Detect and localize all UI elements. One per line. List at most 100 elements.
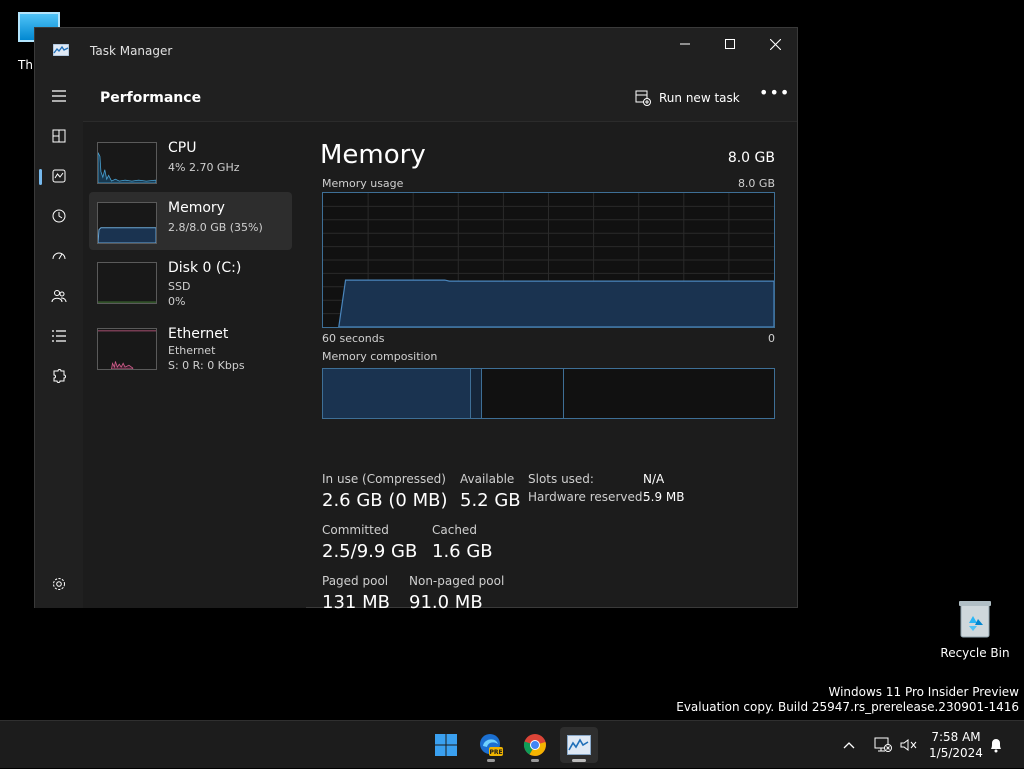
task-manager-icon xyxy=(53,44,69,56)
memory-usage-graph xyxy=(322,192,775,328)
stat-label-paged-pool: Paged pool xyxy=(322,574,389,588)
more-options-button[interactable]: ••• xyxy=(759,85,789,110)
device-detail: 2.8/8.0 GB (35%) xyxy=(168,221,263,234)
minimize-button[interactable] xyxy=(662,28,708,60)
device-name: Disk 0 (C:) xyxy=(168,260,242,276)
nav-processes[interactable] xyxy=(41,120,77,152)
maximize-button[interactable] xyxy=(707,28,753,60)
volume-muted-icon xyxy=(900,739,917,751)
startup-apps-icon xyxy=(52,252,66,260)
services-icon xyxy=(53,369,66,383)
volume-button[interactable] xyxy=(900,721,918,769)
nav-settings[interactable] xyxy=(41,568,77,600)
app-history-icon xyxy=(52,209,66,223)
desktop-icon-recycle-bin[interactable]: Recycle Bin xyxy=(938,596,1012,666)
device-detail: SSD xyxy=(168,280,191,293)
composition-modified[interactable] xyxy=(471,369,482,418)
device-detail: S: 0 R: 0 Kbps xyxy=(168,359,245,372)
performance-icon xyxy=(52,169,66,183)
stat-label-in-use: In use (Compressed) xyxy=(322,472,446,486)
navigation-rail xyxy=(35,74,83,608)
nav-users[interactable] xyxy=(41,280,77,312)
watermark-line: Evaluation copy. Build 25947.rs_prerelea… xyxy=(676,700,1019,714)
chrome-icon xyxy=(523,734,546,756)
evaluation-watermark: Windows 11 Pro Insider Preview Evaluatio… xyxy=(676,685,1019,715)
window-title: Task Manager xyxy=(90,44,173,58)
composition-free[interactable] xyxy=(564,369,774,418)
users-icon xyxy=(51,290,67,303)
stat-value-hardware-reserved: 5.9 MB xyxy=(643,490,685,504)
close-button[interactable] xyxy=(752,28,798,60)
stat-label-cached: Cached xyxy=(432,523,477,537)
performance-device-list: CPU 4% 2.70 GHz Memory 2.8/8.0 GB (35%) … xyxy=(83,122,306,608)
edge-beta-app[interactable]: PRE xyxy=(472,727,510,763)
device-cpu[interactable]: CPU 4% 2.70 GHz xyxy=(89,132,292,190)
memory-composition-bar xyxy=(322,368,775,419)
composition-in-use[interactable] xyxy=(323,369,471,418)
svg-text:PRE: PRE xyxy=(489,749,502,756)
chrome-app[interactable] xyxy=(516,727,554,763)
edge-beta-icon: PRE xyxy=(480,734,503,756)
run-new-task-button[interactable]: Run new task xyxy=(635,86,740,110)
memory-details-panel: Memory 8.0 GB Memory usage 8.0 GB 60 sec… xyxy=(306,122,797,613)
desktop-icon-label: Th xyxy=(18,58,33,72)
nav-startup-apps[interactable] xyxy=(41,240,77,272)
settings-icon xyxy=(53,578,65,590)
hamburger-icon xyxy=(52,90,66,102)
recycle-bin-icon xyxy=(959,601,991,638)
memory-usage-max: 8.0 GB xyxy=(737,177,775,190)
show-hidden-icons-button[interactable] xyxy=(842,721,856,769)
nav-app-history[interactable] xyxy=(41,200,77,232)
task-manager-app[interactable] xyxy=(560,727,598,763)
task-manager-taskbar-icon xyxy=(567,735,591,755)
running-indicator xyxy=(572,759,586,762)
windows-logo-icon xyxy=(435,734,457,756)
device-detail: 0% xyxy=(168,295,186,308)
stat-value-paged-pool: 131 MB xyxy=(322,592,390,613)
clock-date: 1/5/2024 xyxy=(929,746,983,760)
stat-value-cached: 1.6 GB xyxy=(432,541,493,562)
page-header: Performance Run new task ••• xyxy=(83,74,797,122)
device-name: Memory xyxy=(168,200,225,216)
chevron-up-icon xyxy=(843,742,855,749)
title-bar[interactable]: Task Manager xyxy=(35,28,797,74)
running-indicator xyxy=(531,759,539,762)
nav-menu-button[interactable] xyxy=(41,80,77,112)
nav-performance[interactable] xyxy=(39,160,77,192)
network-disconnected-icon xyxy=(874,737,892,752)
nav-details[interactable] xyxy=(41,320,77,352)
memory-thumbnail-graph xyxy=(97,202,157,244)
stat-label-hardware-reserved: Hardware reserved: xyxy=(528,490,647,504)
device-detail: Ethernet xyxy=(168,344,216,357)
stat-value-non-paged-pool: 91.0 MB xyxy=(409,592,483,613)
nav-services[interactable] xyxy=(41,360,77,392)
memory-composition-label: Memory composition xyxy=(322,350,438,363)
device-memory[interactable]: Memory 2.8/8.0 GB (35%) xyxy=(89,192,292,250)
stat-value-available: 5.2 GB xyxy=(460,490,521,511)
close-icon xyxy=(769,38,781,50)
stat-value-slots-used: N/A xyxy=(643,472,665,486)
memory-usage-area xyxy=(338,279,774,327)
start-button[interactable] xyxy=(427,727,465,763)
composition-standby[interactable] xyxy=(482,369,564,418)
desktop-icon-label: Recycle Bin xyxy=(940,646,1010,660)
device-ethernet[interactable]: Ethernet Ethernet S: 0 R: 0 Kbps xyxy=(89,318,292,376)
graph-time-start: 60 seconds xyxy=(322,332,385,345)
processes-icon xyxy=(52,129,66,143)
notifications-button[interactable] xyxy=(988,721,1004,769)
bell-icon xyxy=(991,739,1001,753)
resource-title: Memory xyxy=(320,140,426,170)
taskbar: PRE 7:58 AM 1/5/2024 xyxy=(0,720,1024,768)
running-indicator xyxy=(487,759,495,762)
memory-usage-label: Memory usage xyxy=(322,177,404,190)
run-task-icon xyxy=(635,90,651,106)
disk-thumbnail-graph xyxy=(97,262,157,304)
watermark-line: Windows 11 Pro Insider Preview xyxy=(828,685,1019,699)
network-status-button[interactable] xyxy=(874,721,892,769)
minimize-icon xyxy=(680,43,690,45)
device-disk-0[interactable]: Disk 0 (C:) SSD 0% xyxy=(89,252,292,310)
clock-time: 7:58 AM xyxy=(931,730,981,744)
ethernet-thumbnail-graph xyxy=(97,328,157,370)
stat-value-committed: 2.5/9.9 GB xyxy=(322,541,418,562)
taskbar-clock[interactable]: 7:58 AM 1/5/2024 xyxy=(924,729,988,761)
